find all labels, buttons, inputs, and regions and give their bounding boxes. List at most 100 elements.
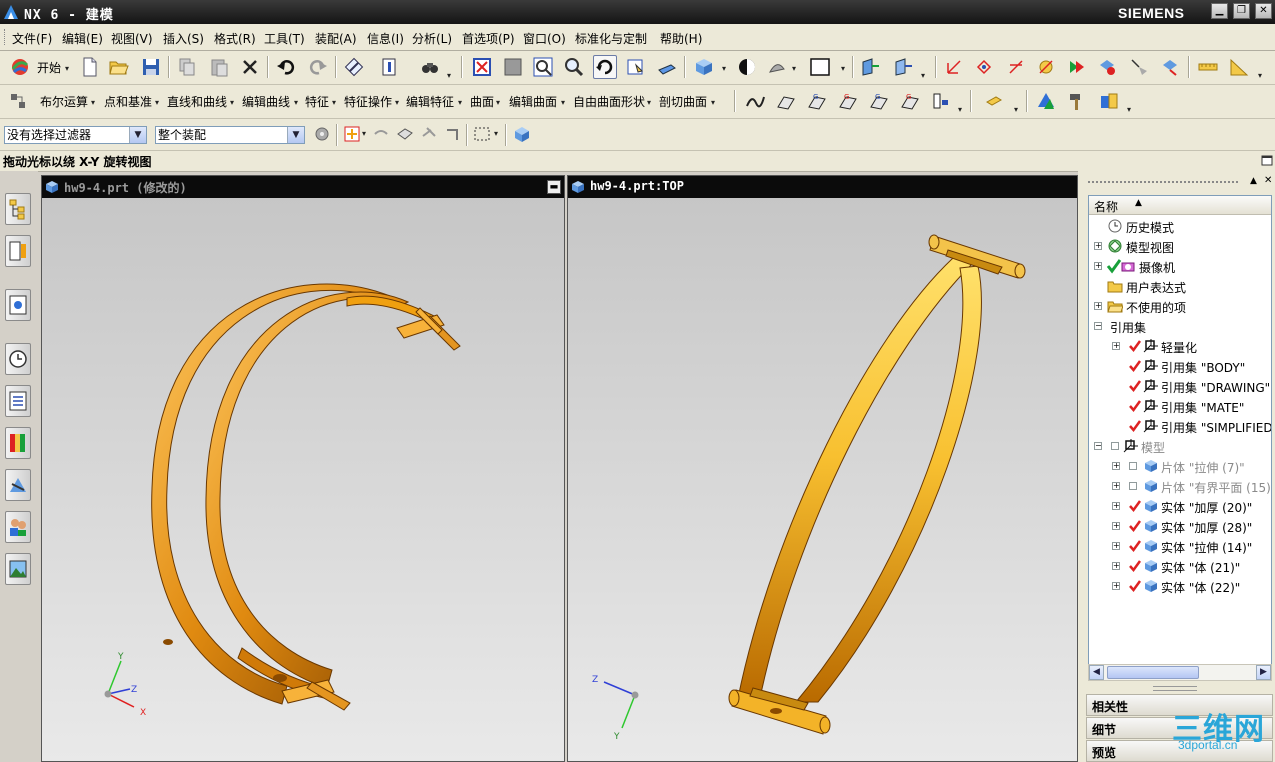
menu-assembly[interactable]: 装配(A) <box>315 30 357 47</box>
selection-mode-button[interactable] <box>470 122 494 146</box>
menu-window[interactable]: 窗口(O) <box>523 30 566 47</box>
surface-g3-button[interactable]: G <box>898 89 922 113</box>
red-checkbox-icon[interactable] <box>1129 400 1141 412</box>
shade-button[interactable] <box>765 55 789 79</box>
toolbar2-edit-curve[interactable]: 编辑曲线 <box>242 93 290 110</box>
csys-button[interactable] <box>942 55 966 79</box>
cue-restore-icon[interactable] <box>1261 154 1274 167</box>
menu-info[interactable]: 信息(I) <box>367 30 404 47</box>
background-dropdown-icon[interactable]: ▾ <box>841 64 845 73</box>
toolbar2-edit-surface[interactable]: 编辑曲面 <box>509 93 557 110</box>
surface-tool-2-button[interactable] <box>774 89 798 113</box>
navigator-collapse-icon[interactable]: ▲ <box>1250 176 1257 186</box>
palette-tab[interactable] <box>5 427 31 459</box>
tree-row-refset-simplified[interactable]: 引用集 "SIMPLIFIED" <box>1089 416 1271 436</box>
menu-analysis[interactable]: 分析(L) <box>412 30 452 47</box>
expand-plus-icon[interactable]: + <box>1112 462 1120 470</box>
assembly-tool-2-button[interactable] <box>1065 89 1089 113</box>
tree-row-refset-body[interactable]: 引用集 "BODY" <box>1089 356 1271 376</box>
menu-preferences[interactable]: 首选项(P) <box>462 30 515 47</box>
section-view-button[interactable] <box>858 55 882 79</box>
binoculars-button[interactable] <box>418 55 442 79</box>
orient-dropdown-icon[interactable]: ▾ <box>722 64 726 73</box>
rotate-button[interactable] <box>593 55 617 79</box>
save-button[interactable] <box>139 55 163 79</box>
roles-tab[interactable] <box>5 511 31 543</box>
toolbar2-feature-op[interactable]: 特征操作 <box>344 93 392 110</box>
surface-tool-1-button[interactable] <box>743 89 767 113</box>
snap-point-dropdown-icon[interactable]: ▾ <box>362 129 366 138</box>
red-checkbox-icon[interactable] <box>1129 580 1141 592</box>
viewport-minimize-button[interactable]: ▬ <box>547 180 561 194</box>
toolbar2-freeform[interactable]: 自由曲面形状 <box>573 93 645 110</box>
expand-plus-icon[interactable]: + <box>1112 542 1120 550</box>
undo-button[interactable] <box>274 55 298 79</box>
collapse-minus-icon[interactable]: − <box>1094 322 1102 330</box>
surface-dropdown-icon[interactable]: ▾ <box>496 98 500 107</box>
tree-row-sheet-bounded-plane[interactable]: + 片体 "有界平面 (15)" <box>1089 476 1271 496</box>
collapse-minus-icon[interactable]: − <box>1094 442 1102 450</box>
binoculars-dropdown-icon[interactable]: ▾ <box>447 71 451 80</box>
tree-row-history[interactable]: 历史模式 <box>1089 216 1271 236</box>
toolbar2-edit-feature[interactable]: 编辑特征 <box>406 93 454 110</box>
expand-plus-icon[interactable]: + <box>1094 302 1102 310</box>
wcs-button[interactable] <box>972 55 996 79</box>
top-model-canvas[interactable]: Z Y <box>568 198 1077 761</box>
menu-file[interactable]: 文件(F) <box>12 30 52 47</box>
scroll-left-button[interactable]: ◀ <box>1089 665 1104 680</box>
surface-analysis-dropdown-icon[interactable]: ▾ <box>958 105 962 114</box>
selection-scope-dropdown-icon[interactable]: ▼ <box>287 127 304 143</box>
curves-dropdown-icon[interactable]: ▾ <box>230 98 234 107</box>
open-button[interactable] <box>107 55 131 79</box>
menu-standardize[interactable]: 标准化与定制 <box>575 30 647 47</box>
process-studio-tab[interactable] <box>5 469 31 501</box>
viewport-top[interactable]: hw9-4.prt:TOP Z Y <box>567 175 1078 762</box>
filter-settings-button[interactable] <box>310 122 334 146</box>
section-surface-dropdown-icon[interactable]: ▾ <box>711 98 715 107</box>
menu-tools[interactable]: 工具(T) <box>264 30 305 47</box>
isometric-model-canvas[interactable]: Y Z X <box>42 198 564 761</box>
tree-horizontal-scrollbar[interactable]: ◀ ▶ <box>1088 664 1272 681</box>
select-edge-button[interactable] <box>441 122 465 146</box>
tree-row-model[interactable]: − 模型 <box>1089 436 1271 456</box>
tree-row-refset-drawing[interactable]: 引用集 "DRAWING" <box>1089 376 1271 396</box>
delete-button[interactable] <box>238 55 262 79</box>
assembly-dropdown-icon[interactable]: ▾ <box>1127 105 1131 114</box>
copy-button[interactable] <box>175 55 199 79</box>
expand-plus-icon[interactable]: + <box>1112 502 1120 510</box>
tree-row-model-views[interactable]: + 模型视图 <box>1089 236 1271 256</box>
empty-checkbox-icon[interactable] <box>1111 442 1119 450</box>
perspective-button[interactable] <box>655 55 679 79</box>
assembly-tool-1-button[interactable] <box>1034 89 1058 113</box>
toolbar2-datum[interactable]: 点和基准 <box>104 93 152 110</box>
tree-row-solid-thicken-28[interactable]: + 实体 "加厚 (28)" <box>1089 516 1271 536</box>
menu-edit[interactable]: 编辑(E) <box>62 30 103 47</box>
tree-row-lightweight[interactable]: + 轻量化 <box>1089 336 1271 356</box>
constraint-navigator-tab[interactable] <box>5 235 31 267</box>
wcs-rotate-button[interactable] <box>1034 55 1058 79</box>
selection-tool-dropdown-icon[interactable]: ▾ <box>1014 105 1018 114</box>
edit-feature-dropdown-icon[interactable]: ▾ <box>458 98 462 107</box>
start-label[interactable]: 开始 <box>37 59 61 76</box>
surface-g1-button[interactable]: G <box>836 89 860 113</box>
tree-row-unused-items[interactable]: + 不使用的项 <box>1089 296 1271 316</box>
surface-g2-button[interactable]: G <box>867 89 891 113</box>
part-band-inner[interactable] <box>205 291 410 689</box>
red-checkbox-icon[interactable] <box>1129 520 1141 532</box>
command-finder-button[interactable] <box>342 55 366 79</box>
restore-button[interactable]: ❐ <box>1233 3 1250 19</box>
wcs-display-button[interactable] <box>1127 55 1151 79</box>
show-components-button[interactable] <box>510 122 534 146</box>
freeform-dropdown-icon[interactable]: ▾ <box>647 98 651 107</box>
zoom-button[interactable] <box>562 55 586 79</box>
toolbar2-boolean[interactable]: 布尔运算 <box>40 93 88 110</box>
measure-dropdown-icon[interactable]: ▾ <box>1258 71 1262 80</box>
pan-button[interactable] <box>624 55 648 79</box>
zoom-region-button[interactable] <box>531 55 555 79</box>
expand-plus-icon[interactable]: + <box>1112 482 1120 490</box>
tree-row-user-expressions[interactable]: 用户表达式 <box>1089 276 1271 296</box>
zoom-window-button[interactable] <box>501 55 525 79</box>
tree-column-header[interactable]: 名称 ▲ <box>1089 196 1271 215</box>
red-checkbox-icon[interactable] <box>1129 500 1141 512</box>
scroll-thumb[interactable] <box>1107 666 1199 679</box>
